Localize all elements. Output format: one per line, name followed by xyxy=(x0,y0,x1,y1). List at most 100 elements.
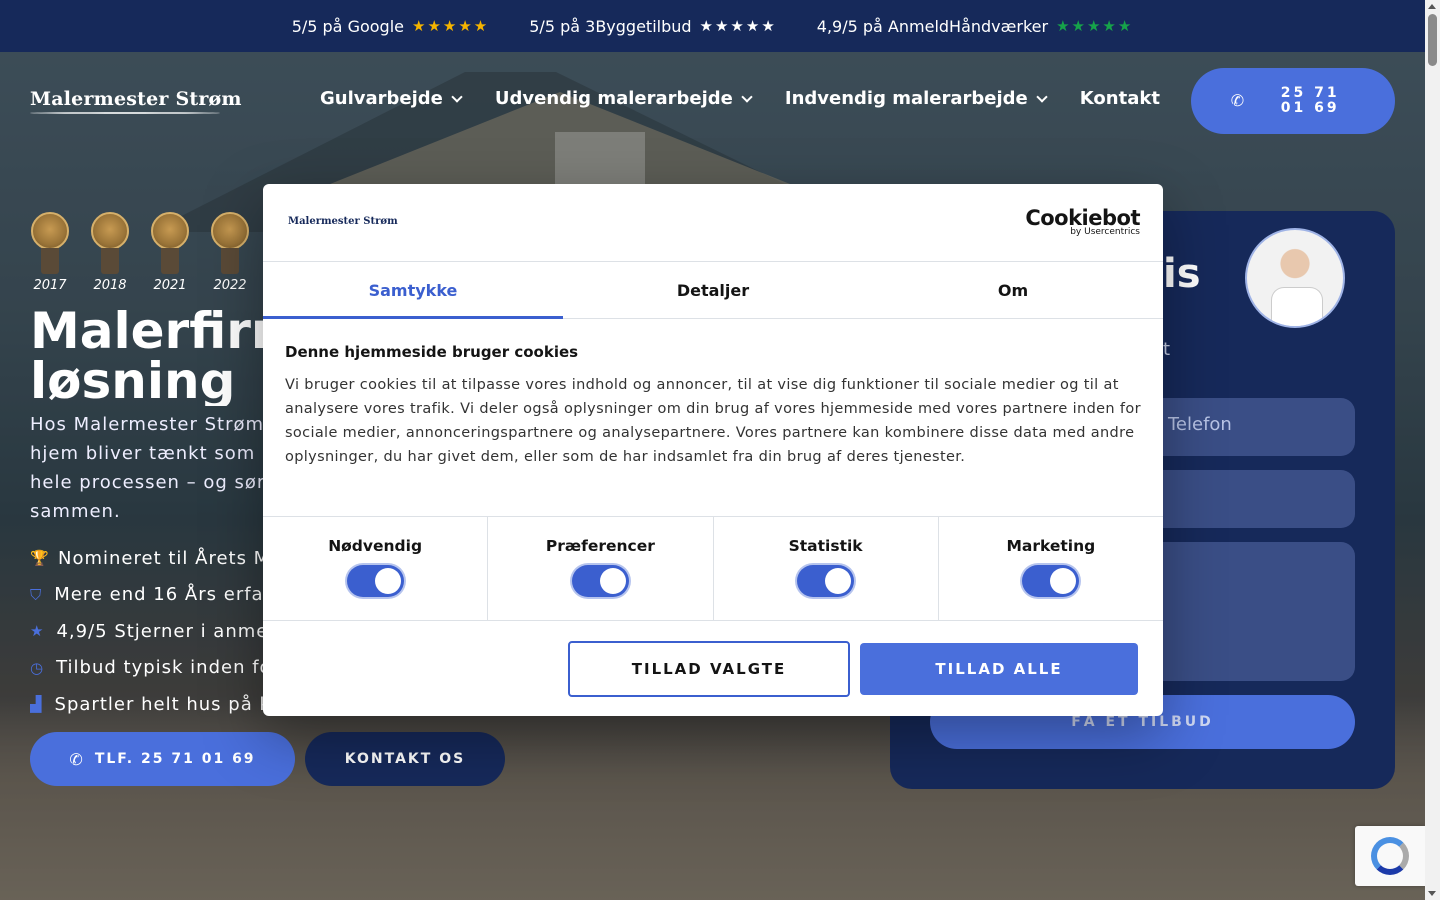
avatar xyxy=(1245,228,1345,328)
hero-bullet-list: 🏆 Nomineret til Årets Ma ⛉ Mere end 16 Å… xyxy=(30,540,270,723)
allow-selected-button[interactable]: TILLAD VALGTE xyxy=(568,641,850,697)
award-stand xyxy=(221,248,239,274)
bullet-text: Mere end 16 Års erfar xyxy=(54,584,270,606)
cookie-actions: TILLAD VALGTE TILLAD ALLE xyxy=(263,621,1163,716)
nav-item-label: Kontakt xyxy=(1079,88,1160,109)
nav-item-label: Indvendig malerarbejde xyxy=(784,88,1028,109)
category-label: Præferencer xyxy=(545,537,655,555)
bullet-text: Nomineret til Årets Ma xyxy=(58,547,270,569)
scroll-up-icon[interactable] xyxy=(1428,4,1436,9)
award-medal-icon xyxy=(31,212,69,250)
rating-anmeldhaandvaerker-stars-icon: ★★★★★ xyxy=(1056,17,1134,35)
phone-icon: ✆ xyxy=(69,749,85,769)
bullet-text: Spartler helt hus på k xyxy=(54,693,270,715)
award-year: 2022 xyxy=(213,278,247,293)
hero-title-line2: løsning xyxy=(30,352,236,406)
rating-bar: 5/5 på Google ★★★★★ 5/5 på 3Byggetilbud … xyxy=(0,0,1425,52)
contact-button[interactable]: KONTAKT OS xyxy=(305,732,505,786)
rating-3byggetilbud-stars-icon: ★★★★★ xyxy=(699,17,777,35)
rating-google: 5/5 på Google ★★★★★ xyxy=(292,17,490,36)
cookie-tabs: Samtykke Detaljer Om xyxy=(263,262,1163,319)
cookie-category-toggles: Nødvendig Præferencer Statistik Marketin… xyxy=(263,516,1163,621)
cookie-dialog-body: Denne hjemmeside bruger cookies Vi bruge… xyxy=(263,319,1163,516)
award-item: 2018 xyxy=(90,212,130,293)
phone-icon: ✆ xyxy=(1230,90,1248,110)
hero-intro: Hos Malermester Strøm hjem bliver tænkt … xyxy=(30,410,270,526)
bullet-nomineret: 🏆 Nomineret til Årets Ma xyxy=(30,540,270,577)
award-item: 2021 xyxy=(150,212,190,293)
cookie-consent-dialog: Malermester Strøm Cookiebot by Usercentr… xyxy=(263,184,1163,716)
award-list: 2017 2018 2021 2022 xyxy=(30,212,250,293)
cookie-dialog-title: Denne hjemmeside bruger cookies xyxy=(285,343,579,361)
form-subheading: t xyxy=(1163,339,1171,360)
nav-item-gulvarbejde[interactable]: Gulvarbejde xyxy=(320,88,463,109)
tab-om[interactable]: Om xyxy=(863,262,1163,318)
site-logo[interactable]: Malermester Strøm xyxy=(30,88,242,114)
category-praeferencer: Præferencer xyxy=(488,517,714,620)
category-label: Marketing xyxy=(1006,537,1096,555)
star-icon: ★ xyxy=(30,622,45,641)
award-year: 2018 xyxy=(93,278,127,293)
award-stand xyxy=(41,248,59,274)
toggle-noedvendig[interactable] xyxy=(346,565,404,597)
scrollbar-thumb[interactable] xyxy=(1428,14,1437,66)
rating-google-stars-icon: ★★★★★ xyxy=(412,17,490,35)
call-button[interactable]: ✆ TLF. 25 71 01 69 xyxy=(30,732,295,786)
award-year: 2021 xyxy=(153,278,187,293)
bullet-stjerner: ★ 4,9/5 Stjerner i anmel xyxy=(30,613,270,650)
chevron-down-icon xyxy=(741,90,753,103)
bullet-tilbud: ◷ Tilbud typisk inden fo xyxy=(30,650,270,687)
rating-anmeldhaandvaerker-text: 4,9/5 på AnmeldHåndværker xyxy=(816,16,1049,36)
award-year: 2017 xyxy=(33,278,67,293)
bullet-spartler: ▟ Spartler helt hus på k xyxy=(30,686,270,723)
award-item: 2022 xyxy=(210,212,250,293)
header-phone-button[interactable]: ✆ 25 71 01 69 xyxy=(1191,68,1395,134)
rating-anmeldhaandvaerker: 4,9/5 på AnmeldHåndværker ★★★★★ xyxy=(817,17,1134,36)
recaptcha-badge[interactable] xyxy=(1355,826,1425,886)
chevron-down-icon xyxy=(1036,90,1048,103)
cookie-dialog-header: Malermester Strøm Cookiebot by Usercentr… xyxy=(263,184,1163,262)
toggle-knob xyxy=(825,568,852,594)
scroll-down-icon[interactable] xyxy=(1428,891,1436,896)
trophy-icon: 🏆 xyxy=(30,549,50,568)
form-heading: is xyxy=(1163,251,1201,297)
tab-samtykke[interactable]: Samtykke xyxy=(263,262,563,319)
bullet-text: Tilbud typisk inden fo xyxy=(56,657,270,679)
award-stand xyxy=(101,248,119,274)
award-medal-icon xyxy=(211,212,249,250)
category-noedvendig: Nødvendig xyxy=(263,517,489,620)
nav-item-udvendig-malerarbejde[interactable]: Udvendig malerarbejde xyxy=(495,88,753,109)
main-nav: Gulvarbejde Udvendig malerarbejde Indven… xyxy=(320,88,1160,109)
shield-icon: ⛉ xyxy=(30,585,43,604)
hero-intro-line: hele processen – og sørg xyxy=(30,472,270,493)
award-medal-icon xyxy=(151,212,189,250)
hero-title: Malerfirm løsning xyxy=(30,306,280,406)
toggle-statistik[interactable] xyxy=(797,565,855,597)
recaptcha-icon xyxy=(1371,837,1409,875)
bullet-text: 4,9/5 Stjerner i anmel xyxy=(56,620,270,642)
page-scrollbar[interactable] xyxy=(1425,0,1440,900)
call-button-label: TLF. 25 71 01 69 xyxy=(94,751,256,767)
hero-intro-line: hjem bliver tænkt som e xyxy=(30,443,270,464)
category-marketing: Marketing xyxy=(939,517,1163,620)
header-phone-number: 25 71 01 69 xyxy=(1280,85,1340,116)
clock-icon: ◷ xyxy=(30,658,45,677)
allow-all-button[interactable]: TILLAD ALLE xyxy=(860,643,1138,695)
award-item: 2017 xyxy=(30,212,70,293)
category-label: Statistik xyxy=(788,537,863,555)
hero-intro-line: sammen. xyxy=(30,501,121,522)
cookiebot-logo[interactable]: Cookiebot by Usercentrics xyxy=(1025,206,1140,237)
tab-detaljer[interactable]: Detaljer xyxy=(563,262,863,318)
cookie-dialog-logo: Malermester Strøm xyxy=(288,216,398,227)
hero-intro-line: Hos Malermester Strøm xyxy=(30,414,265,435)
rating-google-text: 5/5 på Google xyxy=(291,16,404,36)
rating-3byggetilbud: 5/5 på 3Byggetilbud ★★★★★ xyxy=(529,17,777,36)
nav-item-label: Gulvarbejde xyxy=(320,88,443,109)
category-statistik: Statistik xyxy=(714,517,939,620)
nav-item-kontakt[interactable]: Kontakt xyxy=(1080,88,1160,109)
toggle-praeferencer[interactable] xyxy=(571,565,629,597)
toggle-knob xyxy=(374,568,401,594)
category-label: Nødvendig xyxy=(328,537,423,555)
toggle-marketing[interactable] xyxy=(1022,565,1080,597)
nav-item-indvendig-malerarbejde[interactable]: Indvendig malerarbejde xyxy=(784,88,1048,109)
